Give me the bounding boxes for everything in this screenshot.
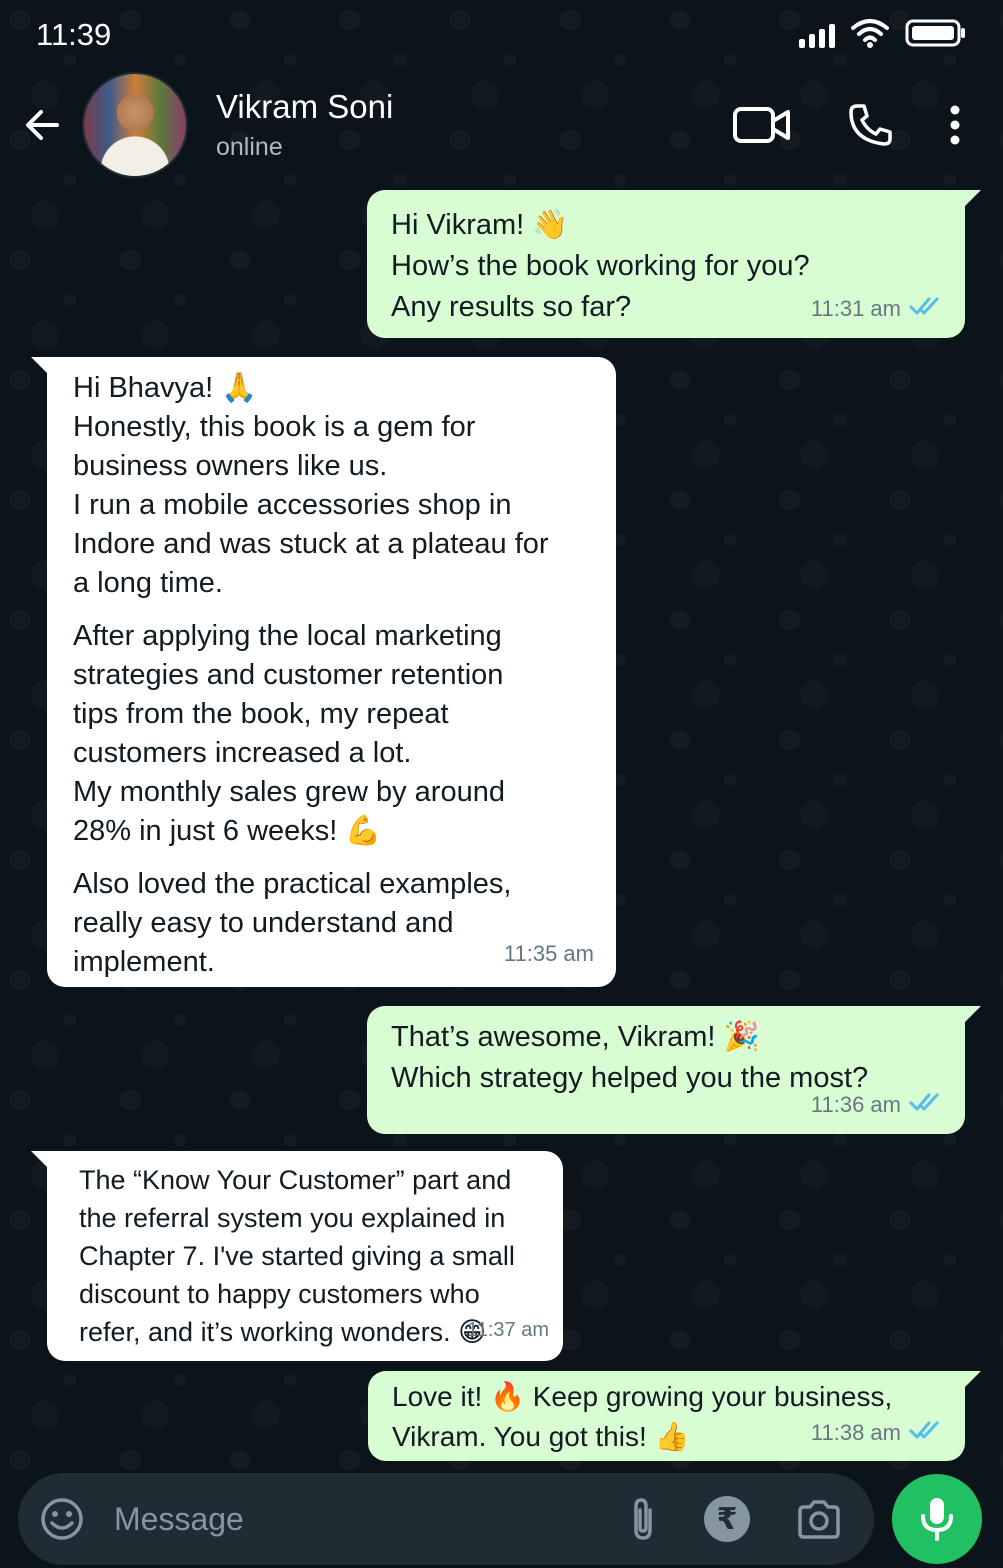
message-time: 11:31 am [810, 296, 901, 321]
camera-icon[interactable] [796, 1499, 842, 1539]
back-arrow-icon[interactable] [22, 105, 62, 145]
message-text: Hi Vikram! 👋 [391, 209, 569, 241]
message-text: Also loved the practical examples, [73, 868, 512, 900]
message-text: discount to happy customers who [79, 1279, 480, 1309]
message-text: Hi Bhavya! 🙏 [73, 372, 258, 404]
message-text: Love it! 🔥 Keep growing your business, [392, 1381, 893, 1412]
double-check-icon [909, 289, 943, 328]
message-time: 11:38 am [810, 1420, 901, 1445]
message-text: strategies and customer retention [73, 659, 504, 691]
wifi-icon [851, 18, 889, 53]
mic-icon[interactable] [892, 1474, 982, 1564]
contact-status: online [216, 133, 283, 161]
emoji-icon[interactable] [40, 1497, 84, 1541]
phone-icon[interactable] [847, 102, 893, 148]
double-check-icon [909, 1085, 943, 1124]
contact-name: Vikram Soni [216, 88, 394, 125]
message-text: Chapter 7. I've started giving a small [79, 1241, 515, 1271]
status-time: 11:39 [36, 17, 112, 52]
message-composer: ₹ [18, 1473, 874, 1565]
message-text: After applying the local marketing [73, 620, 502, 652]
message-text: I run a mobile accessories shop in [73, 489, 512, 521]
status-icons [799, 18, 967, 53]
message-time: 11:37 am [467, 1319, 549, 1341]
chat-header: Vikram Soni online [0, 64, 1003, 186]
message-meta: 11:38 am [811, 1413, 943, 1453]
message-text: Indore and was stuck at a plateau for [73, 528, 549, 560]
message-text: How’s the book working for you? [391, 250, 810, 282]
message-text: tips from the book, my repeat [73, 698, 449, 730]
message-list[interactable]: Hi Vikram! 👋 How’s the book working for … [0, 186, 1003, 1476]
contact-info[interactable]: Vikram Soni online [216, 85, 393, 165]
signal-icon [799, 22, 835, 48]
message-outgoing[interactable]: Love it! 🔥 Keep growing your business, V… [368, 1371, 981, 1461]
message-text: a long time. [73, 567, 223, 599]
message-text: business owners like us. [73, 450, 388, 482]
message-text: Honestly, this book is a gem for [73, 411, 476, 443]
message-text: 28% in just 6 weeks! 💪 [73, 815, 382, 847]
avatar[interactable] [82, 72, 188, 178]
attach-icon[interactable] [628, 1496, 658, 1542]
message-incoming[interactable]: Hi Bhavya! 🙏 Honestly, this book is a ge… [31, 357, 616, 987]
message-text: customers increased a lot. [73, 737, 412, 769]
header-actions [733, 102, 981, 148]
message-input[interactable] [114, 1500, 628, 1538]
double-check-icon [909, 1413, 943, 1453]
message-paragraph: Hi Bhavya! 🙏 Honestly, this book is a ge… [73, 369, 592, 603]
message-meta: 11:35 am [504, 934, 594, 973]
status-bar: 11:39 [0, 0, 1003, 70]
message-incoming[interactable]: The “Know Your Customer” part and the re… [31, 1151, 563, 1361]
video-call-icon[interactable] [733, 105, 791, 145]
message-paragraph: After applying the local marketing strat… [73, 617, 592, 851]
message-time: 11:36 am [810, 1092, 901, 1117]
message-meta: 11:31 am [811, 289, 943, 328]
message-text: The “Know Your Customer” part and [79, 1165, 512, 1195]
message-meta: 11:36 am [811, 1085, 943, 1124]
rupee-icon[interactable]: ₹ [704, 1496, 750, 1542]
more-options-icon[interactable] [949, 105, 961, 145]
message-outgoing[interactable]: That’s awesome, Vikram! 🎉 Which strategy… [367, 1006, 981, 1134]
message-outgoing[interactable]: Hi Vikram! 👋 How’s the book working for … [367, 190, 981, 338]
battery-icon [905, 18, 967, 53]
message-text: My monthly sales grew by around [73, 776, 505, 808]
message-time: 11:35 am [503, 941, 594, 966]
message-meta: 11:37 am [467, 1311, 549, 1349]
composer-actions: ₹ [628, 1496, 842, 1542]
message-text: the referral system you explained in [79, 1203, 506, 1233]
message-text: That’s awesome, Vikram! 🎉 [391, 1021, 760, 1053]
